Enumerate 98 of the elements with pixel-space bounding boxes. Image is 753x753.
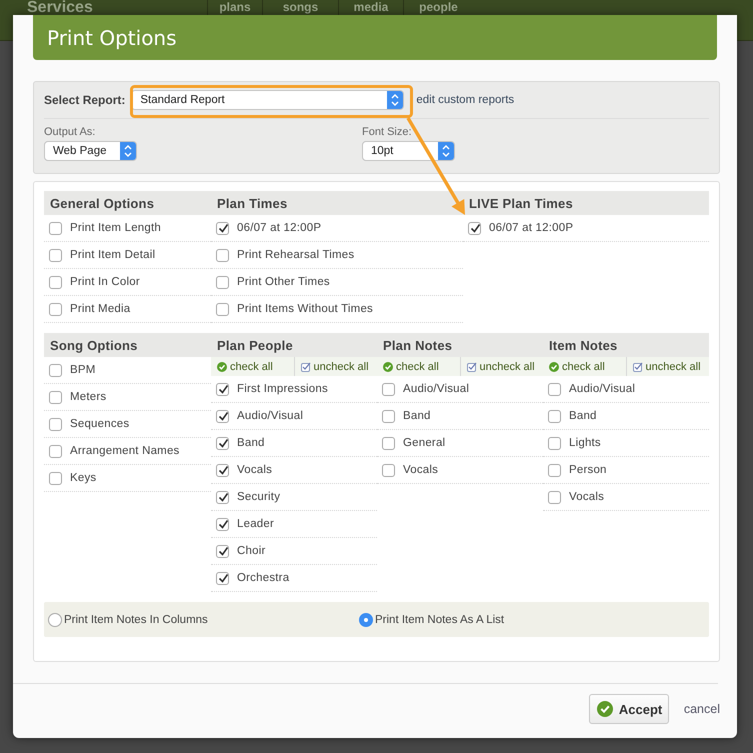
check-circle-icon — [217, 362, 227, 372]
option-label: Leader — [237, 518, 274, 530]
checkbox[interactable] — [548, 382, 561, 396]
checkbox[interactable] — [49, 418, 62, 430]
app-title: Services — [27, 0, 94, 15]
check-all-button[interactable]: check all — [543, 357, 626, 376]
option-label: Vocals — [569, 491, 604, 503]
option-label: Audio/Visual — [569, 383, 636, 395]
column-header: Plan Notes — [377, 333, 543, 357]
option-label: Print In Color — [70, 276, 140, 288]
updown-arrows-icon — [392, 94, 400, 106]
radio-label: Print Item Notes As A List — [375, 614, 504, 626]
updown-arrows-icon — [442, 145, 450, 157]
radio-label: Print Item Notes In Columns — [64, 614, 208, 626]
updown-arrows-icon — [124, 145, 132, 157]
output-select[interactable]: Web Page — [44, 141, 137, 161]
option-label: Print Item Length — [70, 222, 161, 234]
field-label: Font Size: — [362, 126, 413, 138]
checkbox[interactable] — [382, 436, 395, 450]
checkbox[interactable] — [49, 390, 62, 404]
option-label: Orchestra — [237, 572, 290, 584]
checkbox-icon — [632, 362, 642, 372]
checkbox[interactable] — [49, 444, 62, 458]
option-label: Band — [569, 410, 597, 422]
cancel-link[interactable]: cancel — [684, 702, 720, 716]
radio-button[interactable] — [48, 612, 62, 626]
checkbox[interactable] — [468, 222, 481, 234]
option-label: Band — [237, 437, 265, 449]
checkbox[interactable] — [216, 464, 229, 476]
option-label: General — [403, 437, 446, 449]
checkbox[interactable] — [216, 518, 229, 530]
uncheck-all-button[interactable]: uncheck all — [626, 357, 709, 376]
checkbox-icon — [466, 362, 476, 372]
checkbox[interactable] — [382, 382, 395, 396]
option-label: Print Item Detail — [70, 249, 156, 261]
check-circle-icon — [596, 701, 613, 717]
column-header: Song Options — [44, 333, 211, 357]
check-all-button[interactable]: check all — [377, 357, 460, 376]
option-label: Print Rehearsal Times — [237, 249, 354, 261]
field-label: Select Report: — [44, 93, 126, 107]
check-circle-icon — [383, 362, 393, 372]
checkbox[interactable] — [216, 248, 229, 262]
option-label: Sequences — [70, 418, 130, 430]
column-header: General Options — [44, 191, 211, 215]
checkbox[interactable] — [382, 410, 395, 422]
checkbox[interactable] — [548, 410, 561, 422]
option-label: Meters — [70, 391, 106, 403]
option-label: 06/07 at 12:00P — [237, 222, 322, 234]
option-label: Print Items Without Times — [237, 303, 374, 315]
accept-button[interactable]: Accept — [588, 694, 669, 724]
font-size-select[interactable]: 10pt — [362, 141, 455, 161]
checkbox[interactable] — [216, 544, 229, 558]
check-all-button[interactable]: check all — [211, 357, 294, 376]
option-label: First Impressions — [237, 383, 328, 395]
checkbox[interactable] — [216, 436, 229, 450]
option-label: Vocals — [237, 464, 272, 476]
radio-button[interactable] — [359, 612, 373, 626]
option-label: Band — [403, 410, 431, 422]
checkbox[interactable] — [49, 248, 62, 262]
option-label: Arrangement Names — [70, 445, 180, 457]
checkbox[interactable] — [216, 222, 229, 234]
option-label: Keys — [70, 472, 96, 484]
column-header: LIVE Plan Times — [463, 191, 709, 215]
checkbox-icon — [300, 362, 310, 372]
dialog-title: Print Options — [46, 26, 177, 50]
checkbox[interactable] — [216, 382, 229, 396]
option-label: Print Media — [70, 303, 130, 315]
checkbox[interactable] — [216, 490, 229, 504]
checkbox[interactable] — [216, 302, 229, 316]
option-label: Choir — [237, 545, 266, 557]
checkbox[interactable] — [548, 436, 561, 450]
checkbox[interactable] — [382, 464, 395, 476]
checkbox[interactable] — [216, 410, 229, 422]
checkbox[interactable] — [548, 464, 561, 476]
checkbox[interactable] — [49, 364, 62, 376]
option-label: Print Other Times — [237, 276, 330, 288]
check-circle-icon — [549, 362, 559, 372]
field-label: Output As: — [44, 126, 96, 138]
option-label: Audio/Visual — [403, 383, 470, 395]
option-label: Person — [569, 464, 607, 476]
option-label: Security — [237, 491, 280, 503]
column-header: Item Notes — [543, 333, 709, 357]
column-header: Plan People — [211, 333, 377, 357]
column-header: Plan Times — [211, 191, 463, 215]
checkbox[interactable] — [216, 572, 229, 584]
checkbox[interactable] — [548, 490, 561, 504]
report-select[interactable]: Standard Report — [131, 90, 404, 110]
edit-reports-link[interactable]: edit custom reports — [416, 94, 514, 106]
option-label: Audio/Visual — [237, 410, 304, 422]
checkbox[interactable] — [49, 472, 62, 484]
option-label: Vocals — [403, 464, 438, 476]
option-label: 06/07 at 12:00P — [489, 222, 574, 234]
option-label: BPM — [70, 364, 96, 376]
checkbox[interactable] — [216, 276, 229, 288]
checkbox[interactable] — [49, 222, 62, 234]
checkbox[interactable] — [49, 302, 62, 316]
checkbox[interactable] — [49, 276, 62, 288]
option-label: Lights — [569, 437, 601, 449]
